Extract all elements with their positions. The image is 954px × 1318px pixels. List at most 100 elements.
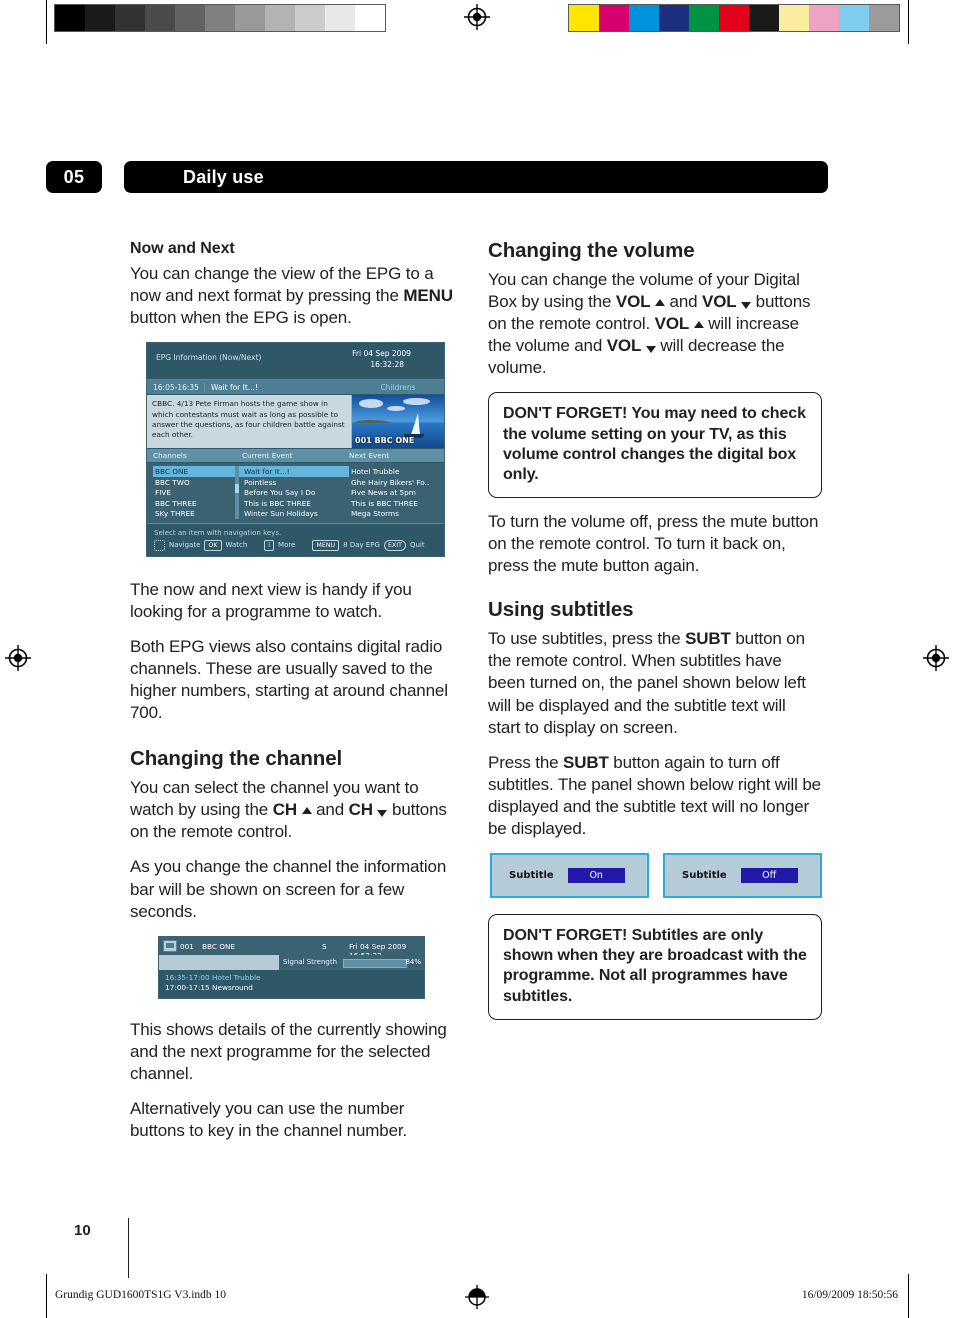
calibration-swatch — [659, 5, 689, 31]
epg-channel-cell[interactable]: BBC ONE — [153, 466, 242, 477]
epg-footer-hint: Select an item with navigation keys. — [154, 528, 282, 537]
epg-channel-grid: BBC ONE BBC TWO FIVE BBC THREE SKy THREE… — [147, 463, 444, 523]
subtitle-panel-value[interactable]: Off — [740, 868, 798, 884]
calibration-swatch — [265, 5, 295, 31]
epg-description-panel: CBBC. 4/13 Pete Firman hosts the game sh… — [147, 395, 444, 450]
text-run: and — [664, 292, 703, 312]
crop-mark-top-left-v — [46, 0, 47, 44]
infobar-signal-label: Signal Strength — [283, 957, 338, 966]
text-run: You can change the view of the EPG to a … — [130, 263, 434, 305]
paragraph-subtitles-off: Press the SUBT button again to turn off … — [488, 752, 822, 840]
epg-next-event-cell[interactable]: Ghe Hairy Bikers' Fo.. — [349, 477, 444, 488]
epg-next-event-cell[interactable]: Five News at 5pm — [349, 487, 444, 498]
crop-mark-bot-right-v — [908, 1274, 909, 1318]
infobar-signal-row: Signal Strength 84% — [159, 954, 424, 970]
epg-next-event-cell[interactable]: Hotel Trubble — [349, 466, 444, 477]
text-run: button when the EPG is open. — [130, 308, 352, 328]
paragraph-mute: To turn the volume off, press the mute b… — [488, 512, 819, 576]
infobar-now-event: 16:35-17:00 Hotel Trubble — [165, 973, 424, 984]
epg-current-event-column: Wait for It...! Pointless Before You Say… — [235, 466, 349, 519]
epg-channel-cell[interactable]: BBC THREE — [153, 498, 242, 509]
vol-up-key-label: VOL — [654, 314, 690, 334]
epg-scrollbar-thumb[interactable] — [235, 484, 239, 493]
epg-next-event-cell[interactable]: Mega Storms — [349, 508, 444, 519]
epg-footer-keys: Navigate OK Watch i More MENU 8 Day EPG … — [154, 539, 444, 551]
epg-description-text: CBBC. 4/13 Pete Firman hosts the game sh… — [152, 399, 345, 440]
calibration-swatch — [355, 5, 385, 31]
footer-filename: Grundig GUD1600TS1G V3.indb 10 — [55, 1289, 227, 1301]
epg-channel-column: BBC ONE BBC TWO FIVE BBC THREE SKy THREE — [147, 466, 242, 519]
epg-key-label-quit: Quit — [409, 541, 425, 550]
infobar-channel-name: BBC ONE — [202, 941, 236, 951]
calibration-swatch — [629, 5, 659, 31]
calibration-swatch — [55, 5, 85, 31]
infobar-events: 16:35-17:00 Hotel Trubble 17:00-17:15 Ne… — [159, 969, 424, 998]
footer-timestamp: 16/09/2009 18:50:56 — [801, 1289, 898, 1301]
chapter-title: Daily use — [183, 166, 264, 187]
calibration-swatch — [325, 5, 355, 31]
epg-channel-cell[interactable]: BBC TWO — [153, 477, 242, 488]
epg-col-header-channels: Channels — [153, 451, 187, 461]
infobar-progress-track — [159, 954, 279, 970]
arrow-down-icon — [377, 810, 388, 818]
epg-now-genre: Childrens — [380, 382, 416, 392]
grayscale-calibration-strip — [54, 4, 386, 32]
epg-next-event-cell[interactable]: This is BBC THREE — [349, 498, 444, 509]
ok-key-icon: OK — [204, 539, 222, 551]
epg-channel-cell[interactable]: FIVE — [153, 487, 242, 498]
left-column: Now and Next You can change the view of … — [130, 240, 454, 1155]
calibration-swatch — [779, 5, 809, 31]
text-run: Press the — [488, 752, 564, 772]
text-run: and — [311, 800, 349, 820]
infobar-subtitle-flag: S — [322, 941, 327, 951]
epg-current-event-cell[interactable]: Pointless — [242, 477, 349, 488]
paragraph-select-channel: You can select the channel you want to w… — [130, 777, 454, 843]
thumbnail-sailboat-icon — [411, 413, 421, 436]
navigation-pad-icon — [154, 539, 165, 551]
epg-title-bar: EPG Information (Now/Next) Fri 04 Sep 20… — [147, 343, 444, 381]
epg-thumbnail-channel: 001 BBC ONE — [355, 436, 415, 446]
calibration-swatch — [145, 5, 175, 31]
epg-key-label-navigate: Navigate — [169, 541, 201, 550]
signal-strength-bar — [343, 958, 407, 968]
crop-mark-top-right-v — [908, 0, 909, 44]
right-column: Changing the volume You can change the v… — [488, 239, 822, 1033]
epg-current-event-cell[interactable]: Winter Sun Holidays — [242, 508, 349, 519]
epg-key-label-more: More — [278, 541, 296, 550]
arrow-up-icon — [693, 321, 704, 329]
epg-clock: 16:32:28 — [370, 360, 404, 370]
epg-current-event-cell[interactable]: Wait for It...! — [242, 466, 349, 477]
paragraph-digital-radio: Both EPG views also contains digital rad… — [130, 636, 448, 723]
epg-current-event-cell[interactable]: This is BBC THREE — [242, 498, 349, 509]
callout-dont-forget-subtitles: DON'T FORGET! Subtitles are only shown w… — [488, 914, 822, 1020]
infobar-next-event: 17:00-17:15 Newsround — [165, 983, 424, 994]
heading-changing-the-volume: Changing the volume — [488, 239, 695, 262]
registration-mark-bottom — [463, 1283, 491, 1311]
epg-channel-cell[interactable]: SKy THREE — [153, 508, 242, 519]
thumbnail-cloud — [359, 399, 384, 408]
epg-key-label-watch: Watch — [225, 541, 248, 550]
epg-now-title: Wait for It...! — [211, 382, 258, 392]
infobar-next-time: 17:00-17:15 — [165, 983, 210, 993]
infobar-channel-row: 001 BBC ONE S Fri 04 Sep 2009 16:52:22 — [159, 936, 424, 960]
vol-down-key-label: VOL — [606, 336, 642, 356]
calibration-swatch — [869, 5, 899, 31]
epg-scrollbar[interactable] — [235, 466, 239, 519]
callout-dont-forget-volume: DON'T FORGET! You may need to check the … — [488, 392, 822, 499]
arrow-down-icon — [645, 346, 656, 354]
subtitle-panels: Subtitle On Subtitle Off — [490, 853, 822, 899]
epg-col-header-next-event: Next Event — [349, 451, 390, 461]
text-run: To use subtitles, press the — [488, 629, 686, 649]
epg-current-event-cell[interactable]: Before You Say I Do — [242, 487, 349, 498]
page-number: 10 — [74, 1222, 91, 1239]
registration-mark-right — [922, 644, 950, 672]
calibration-swatch — [599, 5, 629, 31]
paragraph-shows-details: This shows details of the currently show… — [130, 1019, 447, 1084]
calibration-swatch — [569, 5, 599, 31]
epg-title: EPG Information (Now/Next) — [156, 353, 262, 363]
epg-preview-thumbnail: 001 BBC ONE — [351, 395, 444, 449]
epg-col-header-current-event: Current Event — [242, 451, 293, 461]
calibration-swatch — [175, 5, 205, 31]
infobar-channel-number: 001 — [180, 941, 194, 951]
subtitle-panel-value[interactable]: On — [567, 868, 625, 884]
